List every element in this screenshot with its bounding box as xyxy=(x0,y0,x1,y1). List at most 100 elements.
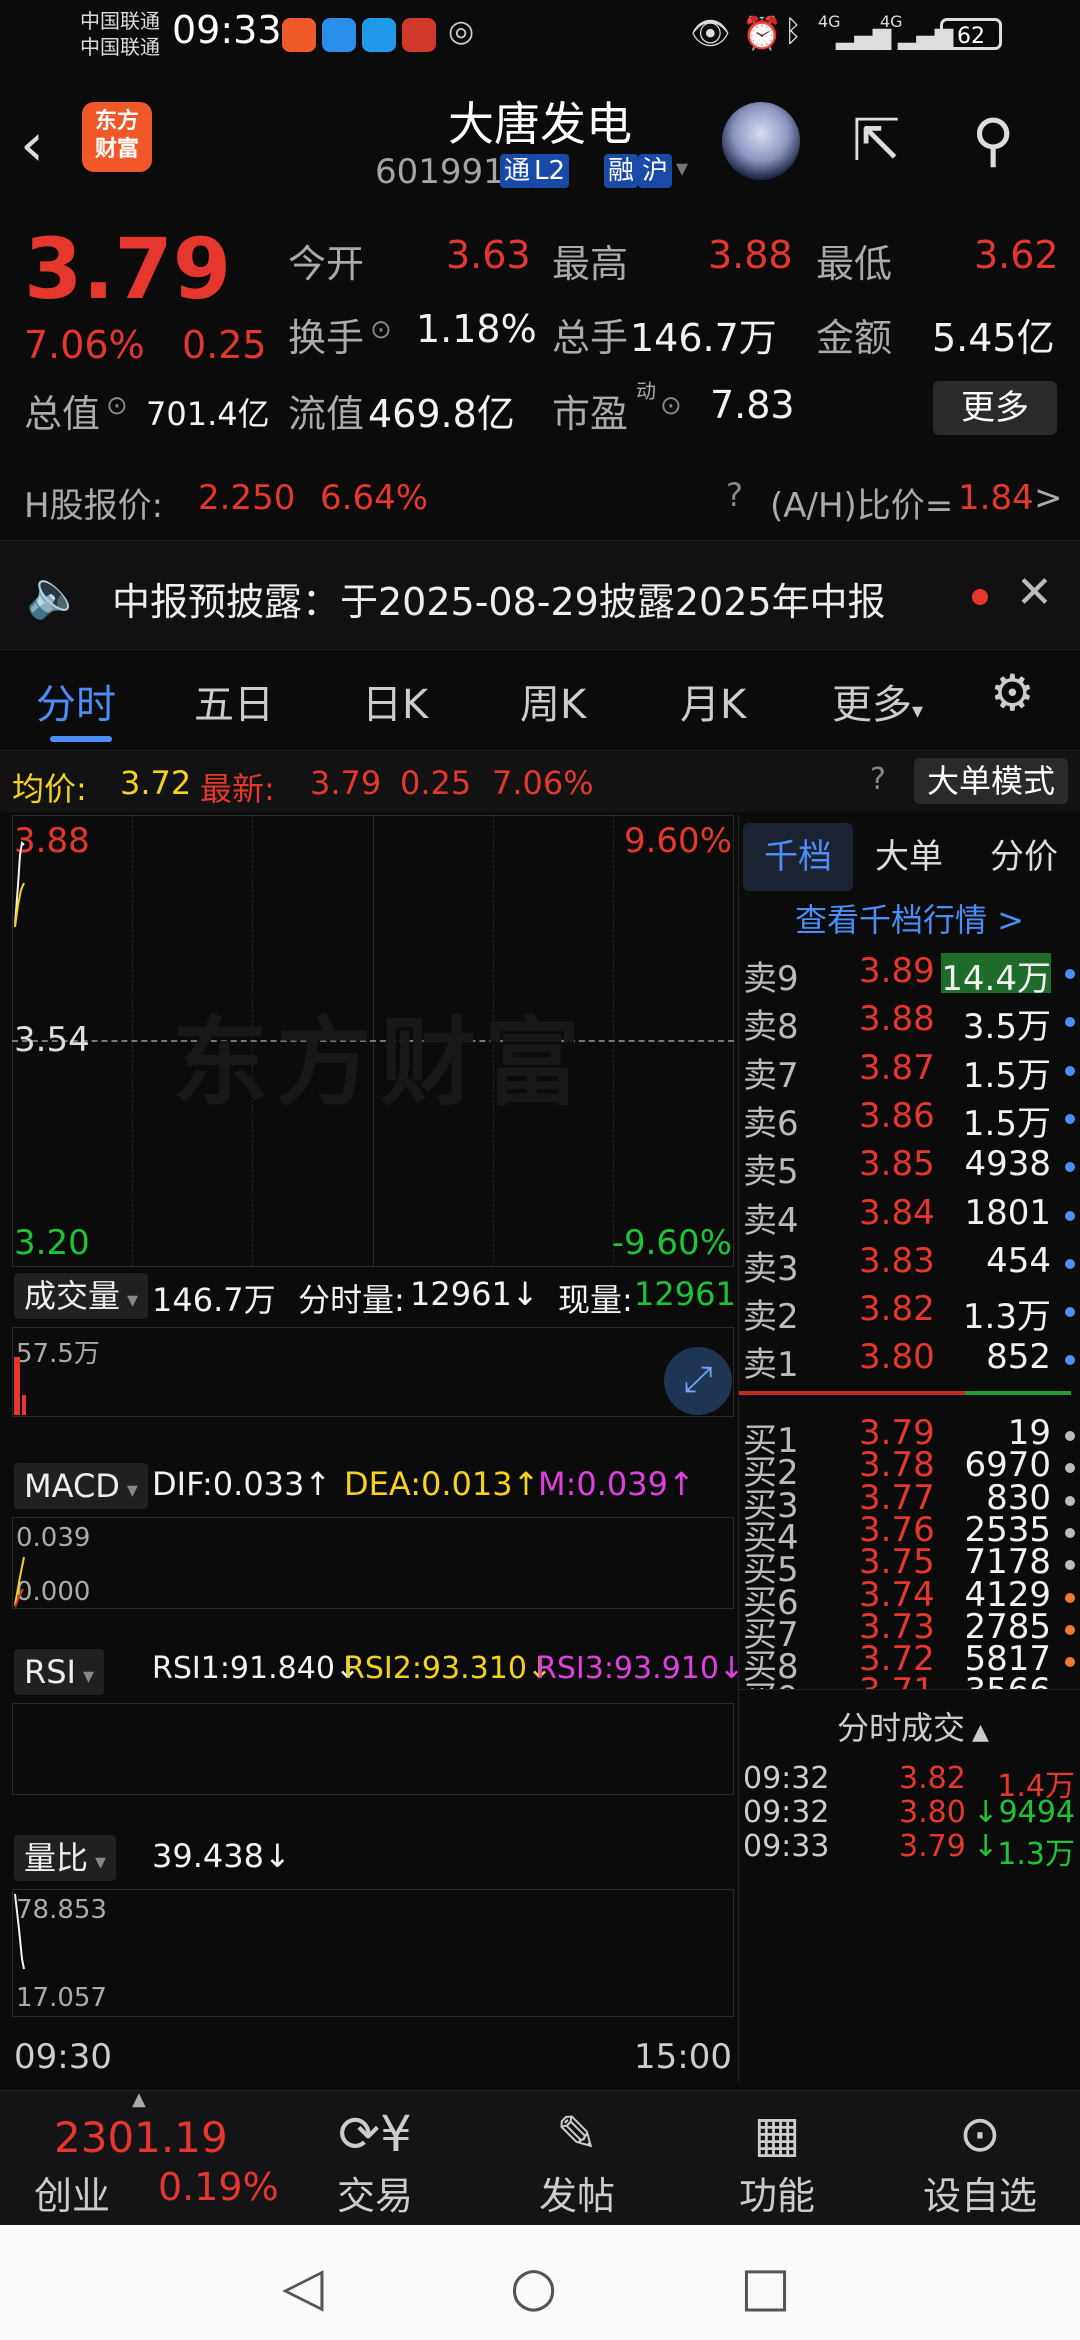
nav-trade-label: 交易 xyxy=(336,2174,413,2218)
nav-post[interactable]: ✎ 发帖 xyxy=(477,2091,677,2220)
nav-add-watchlist[interactable]: ⊙ 设自选 xyxy=(880,2091,1080,2220)
turnover-info-icon[interactable]: ⊙ xyxy=(370,315,392,345)
nav-trade[interactable]: ⟳¥ 交易 xyxy=(275,2091,475,2220)
tab-price-distribution[interactable]: 分价 xyxy=(969,823,1079,891)
share-icon[interactable]: ⇱ xyxy=(852,106,901,174)
trade-price: 3.82 xyxy=(899,1761,966,1796)
order-volume: 3566 xyxy=(964,1671,1051,1689)
tag-dropdown-icon[interactable]: ▾ xyxy=(676,154,688,182)
question-icon[interactable]: ? xyxy=(726,476,743,514)
alarm-icon: ⏰ xyxy=(742,14,782,52)
sell-order-row[interactable]: 卖1 3.80 852 xyxy=(739,1337,1080,1385)
big-order-mode-button[interactable]: 大单模式 xyxy=(914,758,1068,804)
turnover-value: 1.18% xyxy=(416,307,537,351)
avg-label: 均价: xyxy=(12,770,87,808)
sell-order-row[interactable]: 卖3 3.83 454 xyxy=(739,1241,1080,1289)
buy-order-row[interactable]: 买9 3.71 3566 xyxy=(739,1671,1080,1689)
close-icon[interactable]: ✕ xyxy=(1016,567,1053,618)
sell-order-row[interactable]: 卖9 3.89 14.4万 xyxy=(739,951,1080,999)
order-dot-icon xyxy=(1065,1463,1075,1474)
tab-thousand-level[interactable]: 千档 xyxy=(743,823,853,891)
low-value: 3.62 xyxy=(974,233,1059,277)
order-volume: 3.5万 xyxy=(962,1007,1051,1048)
index-ticker[interactable]: ▲ 2301.19 创业 0.19% xyxy=(0,2089,290,2226)
tab-weekly-k[interactable]: 周K xyxy=(520,672,586,730)
volume-ratio-button[interactable]: 量比 xyxy=(14,1835,117,1881)
index-pct: 0.19% xyxy=(158,2165,279,2209)
rsi2-value: RSI2:93.310↓ xyxy=(344,1651,553,1686)
trades-header[interactable]: 分时成交 ▲ xyxy=(837,1703,989,1749)
sell-order-row[interactable]: 卖4 3.84 1801 xyxy=(739,1193,1080,1241)
now-volume-value: 12961 xyxy=(634,1275,736,1313)
carrier-labels: 中国联通 中国联通 xyxy=(80,8,160,60)
search-app-icon xyxy=(362,18,396,52)
bottom-nav: ▲ 2301.19 创业 0.19% ⟳¥ 交易 ✎ 发帖 ▦ 功能 ⊙ 设自选 xyxy=(0,2089,1080,2226)
sell-order-row[interactable]: 卖7 3.87 1.5万 xyxy=(739,1048,1080,1096)
change-amount: 0.25 xyxy=(182,323,267,367)
stock-name: 大唐发电 xyxy=(448,97,632,151)
view-thousand-level-link[interactable]: 查看千档行情 > xyxy=(795,895,1024,941)
macd-lines xyxy=(14,1556,25,1608)
tab-five-day[interactable]: 五日 xyxy=(194,672,274,730)
latest-change: 0.25 xyxy=(400,764,472,802)
order-dot-icon xyxy=(1065,1624,1075,1635)
volume-max-label: 57.5万 xyxy=(16,1339,100,1369)
order-price: 3.88 xyxy=(859,999,935,1040)
order-dot-icon xyxy=(1065,1065,1075,1076)
nav-add-watchlist-label: 设自选 xyxy=(922,2174,1037,2218)
order-price: 3.82 xyxy=(859,1289,935,1330)
sell-order-row[interactable]: 卖5 3.85 4938 xyxy=(739,1144,1080,1192)
system-back-icon[interactable]: ◁ xyxy=(282,2255,324,2318)
order-level: 卖5 xyxy=(743,1152,799,1193)
watermark: 东方财富 xyxy=(172,1007,588,1119)
volume-indicator-button[interactable]: 成交量 xyxy=(14,1273,149,1319)
search-icon[interactable]: ⚲ xyxy=(972,106,1014,174)
carrier-1: 中国联通 xyxy=(80,9,160,33)
sell-order-row[interactable]: 卖2 3.82 1.3万 xyxy=(739,1289,1080,1337)
order-dot-icon xyxy=(1065,1527,1075,1538)
order-level: 买9 xyxy=(743,1671,799,1689)
pe-info-icon[interactable]: ⊙ xyxy=(660,391,682,421)
help-icon[interactable]: ? xyxy=(870,762,886,797)
quote-panel: 3.79 7.06% 0.25 今开 3.63 最高 3.88 最低 3.62 … xyxy=(0,215,1080,445)
order-dot-icon xyxy=(1065,1258,1075,1269)
sell-order-row[interactable]: 卖6 3.86 1.5万 xyxy=(739,1096,1080,1144)
macd-indicator-button[interactable]: MACD xyxy=(14,1463,148,1509)
macd-dea: DEA:0.013↑ xyxy=(344,1465,540,1503)
rsi-indicator-button[interactable]: RSI xyxy=(14,1649,105,1695)
order-volume: 852 xyxy=(986,1337,1051,1378)
expand-icon[interactable]: ⤢ xyxy=(664,1347,732,1415)
mktcap-info-icon[interactable]: ⊙ xyxy=(106,391,128,421)
tab-big-order[interactable]: 大单 xyxy=(859,823,959,891)
tab-intraday[interactable]: 分时 xyxy=(36,672,116,730)
l2-tag: L2 xyxy=(530,154,570,188)
trade-time: 09:32 xyxy=(743,1795,830,1830)
now-volume-label: 现量: xyxy=(558,1281,633,1319)
order-dot-icon xyxy=(1065,1495,1075,1506)
system-home-icon[interactable]: ○ xyxy=(510,2255,557,2318)
intraday-chart-area[interactable]: 东方财富 3.88 9.60% 3.54 3.20 -9.60% 成交量 146… xyxy=(12,815,744,2082)
h-share-row[interactable]: H股报价: 2.250 6.64% ? (A/H)比价= 1.84 > xyxy=(0,460,1080,532)
nav-functions[interactable]: ▦ 功能 xyxy=(677,2091,877,2220)
amount-label: 金额 xyxy=(816,316,893,360)
sell-order-row[interactable]: 卖8 3.88 3.5万 xyxy=(739,999,1080,1047)
notice-text: 中报预披露：于2025-08-29披露2025年中报 xyxy=(112,580,886,624)
more-circle-icon: ⊙ xyxy=(959,2105,1001,2163)
ah-ratio-value: 1.84 xyxy=(958,478,1034,518)
grid-icon: ▦ xyxy=(753,2105,801,2163)
tab-more[interactable]: 更多▾ xyxy=(832,672,923,730)
notification-app-icon xyxy=(282,18,316,52)
order-dot-icon xyxy=(1065,1113,1075,1124)
settings-gear-icon[interactable]: ⚙ xyxy=(990,664,1035,722)
more-button[interactable]: 更多 xyxy=(933,381,1057,435)
order-dot-icon xyxy=(1065,1017,1075,1028)
assistant-robot-icon[interactable] xyxy=(722,102,800,180)
system-recents-icon[interactable]: □ xyxy=(740,2255,791,2318)
trades-header-label: 分时成交 xyxy=(837,1709,966,1747)
notice-banner[interactable]: 🔈 中报预披露：于2025-08-29披露2025年中报 ✕ xyxy=(0,540,1080,650)
carrier-2: 中国联通 xyxy=(80,35,160,59)
tab-monthly-k[interactable]: 月K xyxy=(680,672,746,730)
tab-daily-k[interactable]: 日K xyxy=(362,672,428,730)
fs-volume-value: 12961↓ xyxy=(410,1275,539,1313)
chart-bottom-price: 3.20 xyxy=(14,1223,90,1263)
